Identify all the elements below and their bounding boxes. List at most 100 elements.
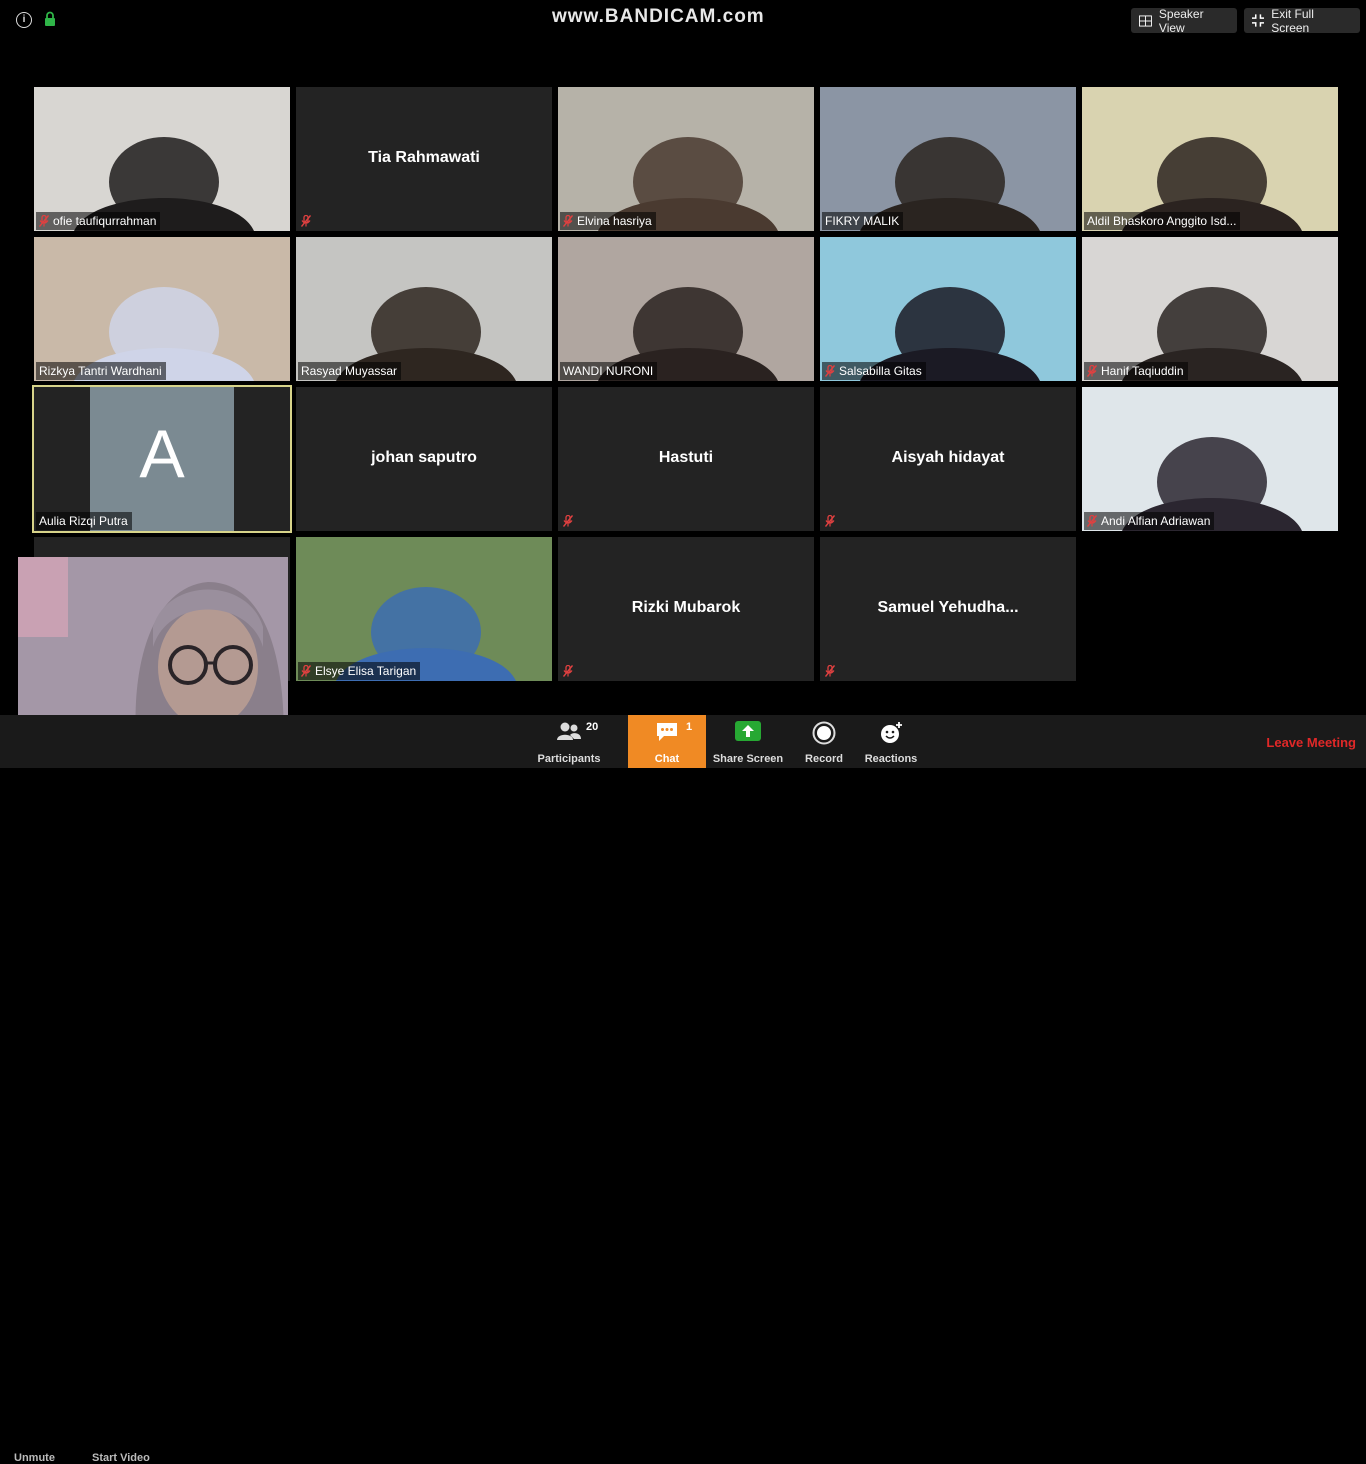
muted-mic-icon <box>563 215 573 227</box>
muted-indicator <box>298 212 319 230</box>
top-bar: i www.BANDICAM.com Speaker View Exit Ful… <box>0 0 1366 40</box>
participants-count: 20 <box>586 721 599 733</box>
muted-indicator <box>822 512 843 530</box>
muted-mic-icon <box>563 515 573 527</box>
muted-mic-icon <box>825 515 835 527</box>
chat-badge: 1 <box>686 721 693 733</box>
record-label: Record <box>805 753 843 765</box>
chat-label: Chat <box>654 753 680 765</box>
participant-tile[interactable]: ofie taufiqurrahman <box>34 87 290 231</box>
participant-video <box>820 87 1076 231</box>
info-icon[interactable]: i <box>16 12 32 28</box>
participant-name: WANDI NURONI <box>563 364 654 378</box>
participant-tile[interactable]: A Aulia Rizqi Putra <box>32 385 292 533</box>
muted-mic-icon <box>825 665 835 677</box>
participant-video <box>34 87 290 231</box>
participant-name: Aldil Bhaskoro Anggito Isd... <box>1087 214 1237 228</box>
participant-name-label: Rizkya Tantri Wardhani <box>36 362 166 380</box>
participant-name-label: FIKRY MALIK <box>822 212 904 230</box>
share-screen-label: Share Screen <box>712 753 784 765</box>
participant-name: Hanif Taqiuddin <box>1101 364 1184 378</box>
participant-name: Andi Alfian Adriawan <box>1101 514 1211 528</box>
participant-name: Elvina hasriya <box>577 214 652 228</box>
avatar-letter: A <box>139 416 185 492</box>
participant-tile[interactable]: Elsye Elisa Tarigan <box>296 537 552 681</box>
participant-name-label: Aldil Bhaskoro Anggito Isd... <box>1084 212 1241 230</box>
participants-button[interactable]: 20 Participants <box>534 715 604 768</box>
record-button[interactable]: Record <box>796 715 852 768</box>
participant-tile[interactable]: Hanif Taqiuddin <box>1082 237 1338 381</box>
lock-icon[interactable] <box>44 11 56 27</box>
muted-mic-icon <box>825 365 835 377</box>
muted-mic-icon <box>563 665 573 677</box>
participant-video <box>1082 387 1338 531</box>
muted-mic-icon <box>39 215 49 227</box>
participant-video <box>558 237 814 381</box>
muted-indicator <box>560 512 581 530</box>
reactions-label: Reactions <box>864 753 918 765</box>
grid-icon <box>1139 14 1152 27</box>
participant-name-center: johan saputro <box>371 449 477 466</box>
participant-tile[interactable]: WANDI NURONI <box>558 237 814 381</box>
participant-tile[interactable]: Hastuti <box>558 387 814 531</box>
participant-video <box>1082 87 1338 231</box>
participant-tile[interactable]: Andi Alfian Adriawan <box>1082 387 1338 531</box>
participant-tile[interactable]: Aisyah hidayat <box>820 387 1076 531</box>
reactions-button[interactable]: Reactions <box>860 715 922 768</box>
participant-name: Rizkya Tantri Wardhani <box>39 364 162 378</box>
participant-video <box>1082 237 1338 381</box>
avatar: A <box>34 387 290 531</box>
participant-tile[interactable]: Rizki Mubarok <box>558 537 814 681</box>
record-icon <box>812 721 836 745</box>
participant-tile[interactable]: Aldil Bhaskoro Anggito Isd... <box>1082 87 1338 231</box>
participant-tile[interactable]: FIKRY MALIK <box>820 87 1076 231</box>
exit-full-screen-label: Exit Full Screen <box>1271 6 1314 35</box>
speaker-view-button[interactable]: Speaker View <box>1131 6 1237 35</box>
participant-name-label: Elvina hasriya <box>560 212 656 230</box>
participant-name: Aulia Rizqi Putra <box>39 514 128 528</box>
muted-mic-icon <box>1087 365 1097 377</box>
participant-name-label: Elsye Elisa Tarigan <box>298 662 421 680</box>
participant-tile[interactable]: Salsabilla Gitas <box>820 237 1076 381</box>
participant-name-center: Tia Rahmawati <box>368 149 480 166</box>
participants-icon <box>557 722 581 740</box>
participant-name-center: Hastuti <box>658 449 714 466</box>
muted-indicator <box>560 662 581 680</box>
participant-name-center: Samuel Yehudha... <box>877 599 1019 616</box>
meeting-toolbar: Unmute Start Video 20 Participants 1 Cha… <box>0 715 1366 1464</box>
exit-fullscreen-icon <box>1252 14 1265 27</box>
participant-tile[interactable]: Elvina hasriya <box>558 87 814 231</box>
participant-name: ofie taufiqurrahman <box>53 214 157 228</box>
muted-mic-icon <box>301 665 311 677</box>
participant-tile[interactable]: Rizkya Tantri Wardhani <box>34 237 290 381</box>
reactions-icon <box>881 722 902 743</box>
participant-name: Elsye Elisa Tarigan <box>315 664 417 678</box>
participant-name-center: Rizki Mubarok <box>631 599 741 616</box>
share-screen-icon <box>735 721 761 741</box>
unmute-label[interactable]: Unmute <box>14 1452 55 1464</box>
exit-full-screen-button[interactable]: Exit Full Screen <box>1244 6 1360 35</box>
participant-name-label: Andi Alfian Adriawan <box>1084 512 1215 530</box>
muted-mic-icon <box>1087 515 1097 527</box>
participant-name: FIKRY MALIK <box>825 214 900 228</box>
participant-name-label: ofie taufiqurrahman <box>36 212 161 230</box>
participant-name: Rasyad Muyassar <box>301 364 398 378</box>
share-screen-button[interactable]: Share Screen <box>712 715 784 768</box>
participant-tile[interactable]: Samuel Yehudha... <box>820 537 1076 681</box>
participant-tile[interactable]: johan saputro <box>296 387 552 531</box>
chat-button[interactable]: 1 Chat <box>628 715 706 768</box>
participant-name-center: Aisyah hidayat <box>891 449 1005 466</box>
participant-name-label: Salsabilla Gitas <box>822 362 926 380</box>
participant-video <box>820 237 1076 381</box>
participants-label: Participants <box>537 753 601 765</box>
start-video-label[interactable]: Start Video <box>92 1452 150 1464</box>
bandicam-watermark: www.BANDICAM.com <box>552 6 765 27</box>
participant-tile[interactable]: Tia Rahmawati <box>296 87 552 231</box>
participant-tile[interactable]: Rasyad Muyassar <box>296 237 552 381</box>
muted-indicator <box>822 662 843 680</box>
speaker-view-label: Speaker View <box>1158 6 1204 35</box>
participant-name-label: Rasyad Muyassar <box>298 362 402 380</box>
participant-video <box>296 537 552 681</box>
leave-meeting-button[interactable]: Leave Meeting <box>1266 735 1356 750</box>
participant-name-label: WANDI NURONI <box>560 362 658 380</box>
